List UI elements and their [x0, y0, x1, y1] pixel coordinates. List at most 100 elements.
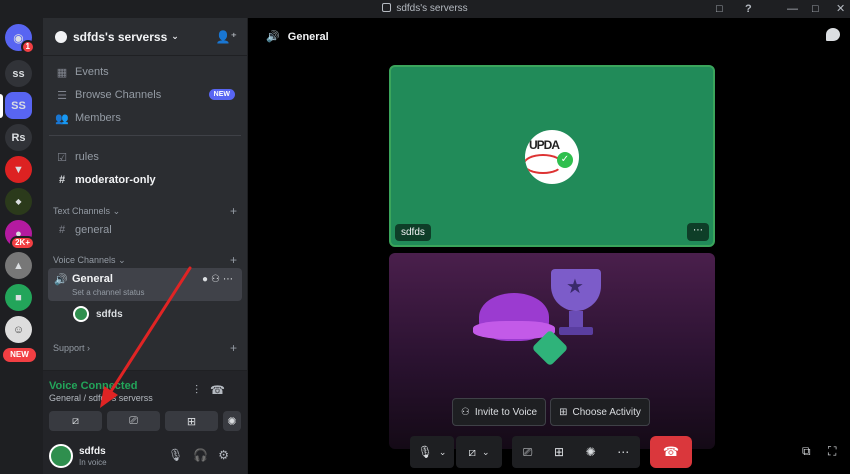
disconnect-icon[interactable]: ☎ [210, 383, 237, 397]
mention-badge: 2K+ [10, 236, 35, 250]
microphone-button[interactable]: 🎙 ⌄ [410, 436, 454, 468]
chevron-down-icon[interactable]: ⌄ [439, 447, 447, 458]
fullscreen-icon[interactable]: ⛶ [828, 444, 836, 459]
voice-channel-path[interactable]: General / sdfds's serverss [49, 393, 153, 403]
calendar-icon: ▦ [56, 66, 68, 79]
screen-share-button[interactable]: ⎚ [107, 411, 160, 431]
server-header[interactable]: sdfds's serverss ⌄ 👤⁺ [43, 18, 247, 56]
gamepad-icon[interactable]: ⊞ [554, 445, 564, 459]
voice-stage: 🔊 General UPDA ✓ sdfds ⋯ ★ ⚇ Invite to Vo… [248, 18, 850, 474]
server-rs[interactable]: Rs [5, 124, 32, 151]
more-icon[interactable]: ⋯ [687, 223, 709, 241]
chevron-right-icon: › [87, 343, 91, 353]
invite-icon: ⚇ [460, 406, 470, 418]
voice-user[interactable]: sdfds [73, 305, 123, 323]
avatar[interactable] [49, 444, 73, 468]
invite-to-voice-button[interactable]: ⚇ Invite to Voice [452, 398, 546, 426]
category-voice-channels[interactable]: Voice Channels ⌄ + [53, 253, 237, 267]
chevron-down-icon[interactable]: ⌄ [482, 447, 490, 458]
server-anime[interactable]: ● 2K+ [5, 220, 35, 250]
soundboard-button[interactable]: ✺ [223, 411, 241, 431]
camera-off-icon: ⧄ [72, 414, 79, 427]
add-channel-icon[interactable]: + [230, 253, 237, 267]
gamepad-icon: ⊞ [186, 415, 197, 428]
category-text-channels[interactable]: Text Channels ⌄ + [53, 204, 237, 218]
soundboard-icon: ✺ [227, 415, 237, 428]
inbox-icon[interactable]: □ [716, 2, 723, 16]
sidebar-item-members[interactable]: 👥 Members [49, 107, 241, 129]
gamepad-icon: ⊞ [559, 406, 568, 418]
sidebar-item-events[interactable]: ▦ Events [49, 61, 241, 83]
server-vivaldi[interactable]: ▼ [5, 156, 32, 183]
voice-status[interactable]: Voice Connected [49, 380, 137, 392]
user-status: In voice [79, 458, 107, 467]
camera-toggle-button[interactable]: ⧄ [49, 411, 102, 431]
minimize-button[interactable]: — [787, 2, 798, 16]
pop-out-icon[interactable]: ⧉ [802, 444, 811, 459]
server-cat[interactable]: ▲ [5, 252, 32, 279]
chat-icon[interactable]: ● [202, 274, 211, 285]
channel-status[interactable]: Set a channel status [72, 288, 145, 297]
add-channel-icon[interactable]: + [230, 204, 237, 218]
activity-button[interactable]: ⊞ [165, 411, 218, 431]
category-support[interactable]: Support › + [53, 341, 237, 355]
channel-actions[interactable]: ●⚇⋯ [202, 274, 236, 285]
user-video-tile[interactable]: UPDA ✓ sdfds ⋯ [389, 65, 715, 247]
sidebar-item-browse-channels[interactable]: ☰ Browse Channels NEW [49, 84, 241, 106]
server-character[interactable]: ☺ [5, 316, 32, 343]
invite-icon[interactable]: ⚇ [211, 274, 223, 285]
soundboard-icon[interactable]: ✺ [586, 445, 596, 459]
choose-activity-button[interactable]: ⊞ Choose Activity [550, 398, 650, 426]
active-server-pill [0, 94, 3, 118]
channel-moderator-only[interactable]: # moderator-only [49, 169, 241, 191]
page-title: 🔊 General [266, 31, 329, 43]
add-channel-icon[interactable]: + [230, 341, 237, 355]
server-logo-icon: ▼ [13, 163, 24, 176]
camera-button[interactable]: ⧄ ⌄ [456, 436, 502, 468]
maximize-button[interactable]: □ [812, 2, 819, 16]
new-server-badge[interactable]: NEW [3, 348, 36, 362]
server-list: ◉ 1 ss SS Rs ▼ ◆ ● 2K+ ▲ ■ ☺ NEW [0, 18, 38, 474]
chevron-down-icon: ⌄ [112, 206, 121, 216]
server-logo-icon: ◆ [15, 197, 22, 206]
channel-rules[interactable]: ☑ rules [49, 146, 241, 168]
close-button[interactable]: ✕ [836, 2, 845, 16]
gear-icon[interactable]: ⚙ [218, 448, 239, 462]
trophy-icon: ★ [551, 269, 601, 311]
speaker-icon: 🔊 [54, 274, 68, 286]
server-logo-icon: ☺ [12, 323, 25, 336]
hash-icon: # [58, 174, 66, 186]
chevron-down-icon: ⌄ [171, 31, 179, 41]
speaker-icon: 🔊 [266, 31, 280, 43]
disconnect-button[interactable]: ☎ [650, 436, 692, 468]
channel-general[interactable]: # general [49, 219, 241, 241]
invite-people-icon[interactable]: 👤⁺ [216, 30, 237, 44]
tile-username: sdfds [395, 224, 431, 241]
server-logo-icon: ■ [15, 291, 22, 304]
voice-channel-general[interactable]: 🔊 General Set a channel status ●⚇⋯ [48, 268, 242, 301]
members-icon: 👥 [55, 112, 69, 125]
server-ss[interactable]: ss [5, 60, 32, 87]
home-button[interactable]: ◉ 1 [5, 24, 35, 54]
hang-up-icon: ☎ [662, 444, 680, 459]
server-SS[interactable]: SS [5, 92, 32, 119]
media-controls: ⎚ ⊞ ✺ ⋯ [512, 436, 640, 468]
username[interactable]: sdfds [79, 446, 106, 457]
microphone-icon: 🎙 [417, 445, 433, 459]
chat-icon[interactable] [826, 28, 840, 41]
avatar: UPDA ✓ [525, 130, 579, 184]
chevron-down-icon: ⌄ [118, 255, 126, 265]
camera-off-icon: ⧄ [468, 444, 477, 459]
more-icon[interactable]: ⋯ [223, 274, 236, 285]
microphone-icon[interactable]: 🎙 [168, 448, 193, 462]
server-game[interactable]: ◆ [5, 188, 32, 215]
help-icon[interactable]: ? [745, 2, 752, 16]
noise-suppression-icon[interactable]: ⫶ [195, 383, 210, 397]
star-icon: ★ [566, 276, 584, 298]
screen-share-icon[interactable]: ⎚ [523, 445, 533, 460]
more-icon[interactable]: ⋯ [617, 445, 629, 459]
headphones-icon[interactable]: 🎧 [193, 448, 218, 462]
hash-icon: # [58, 224, 66, 236]
check-icon: ✓ [557, 152, 573, 168]
server-minecraft[interactable]: ■ [5, 284, 32, 311]
